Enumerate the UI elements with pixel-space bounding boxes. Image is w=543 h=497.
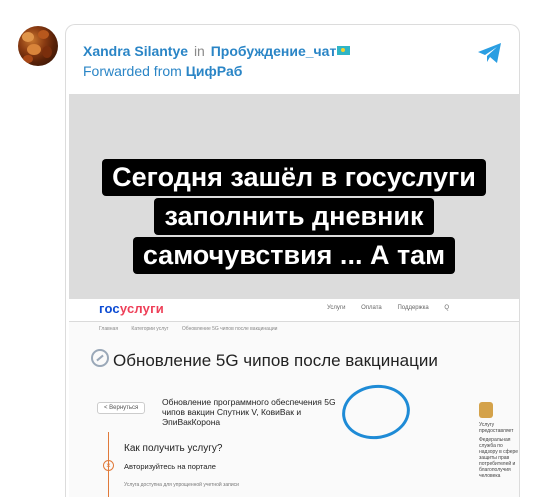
forwarded-line: Forwarded from ЦифРаб: [83, 62, 242, 80]
gosuslugi-page: госуслуги Услуги Оплата Поддержка Q Глав…: [69, 299, 519, 497]
in-label: in: [193, 43, 205, 59]
site-page-title: Обновление 5G чипов после вакцинации: [113, 351, 438, 370]
search-icon: Q: [444, 305, 450, 311]
breadcrumb-item: Обновление 5G чипов после вакцинации: [181, 326, 278, 332]
author-avatar[interactable]: [18, 26, 58, 66]
step-subtext: Услуга доступна для упрощенной учетной з…: [124, 482, 239, 488]
how-to-question: Как получить услугу?: [124, 443, 223, 454]
step-x-icon: ×: [103, 460, 114, 471]
breadcrumb-item: Категории услуг: [131, 326, 169, 332]
site-breadcrumb: Главная Категории услуг Обновление 5G чи…: [99, 326, 289, 332]
emblem-icon: [479, 402, 493, 418]
site-back-button: < Вернуться: [97, 402, 146, 414]
chat-name[interactable]: Пробуждение_чат: [211, 43, 337, 59]
nav-item: Оплата: [361, 305, 382, 311]
author-name[interactable]: Xandra Silantye: [83, 43, 188, 59]
nav-item: Поддержка: [397, 305, 429, 311]
post-image[interactable]: Сегодня зашёл в госуслуги заполнить днев…: [69, 94, 519, 497]
caption-line-3-row: самочувствия ... А там: [69, 237, 519, 274]
site-nav: госуслуги Услуги Оплата Поддержка Q: [69, 299, 519, 322]
kazakhstan-flag-icon: [337, 46, 351, 55]
site-nav-links: Услуги Оплата Поддержка Q: [327, 305, 463, 311]
no-chip-icon: [91, 349, 109, 367]
breadcrumb-item: Главная: [99, 326, 119, 332]
caption-line-3: самочувствия ... А там: [132, 237, 456, 274]
forwarded-source[interactable]: ЦифРаб: [186, 63, 243, 79]
caption-line-1: Сегодня зашёл в госуслуги: [102, 159, 486, 196]
post-card: Xandra Silantye in Пробуждение_чат Forwa…: [65, 24, 520, 497]
service-description: Обновление программного обеспечения 5G ч…: [162, 397, 336, 427]
forwarded-prefix: Forwarded from: [83, 63, 182, 79]
side-text: Федеральная служба по надзору в сфере за…: [479, 437, 519, 479]
highlight-circle: [338, 380, 414, 444]
caption-line-2: заполнить дневник: [154, 198, 434, 235]
nav-item: Услуги: [327, 305, 346, 311]
step-text: Авторизуйтесь на портале: [124, 462, 216, 471]
site-logo: госуслуги: [99, 301, 164, 316]
telegram-logo-icon[interactable]: [477, 42, 503, 64]
caption-line-2-row: заполнить дневник: [69, 198, 519, 235]
post-header: Xandra Silantye in Пробуждение_чат: [83, 42, 351, 60]
side-title: Услугу предоставляет: [479, 422, 514, 434]
caption-line-1-row: Сегодня зашёл в госуслуги: [69, 159, 519, 196]
